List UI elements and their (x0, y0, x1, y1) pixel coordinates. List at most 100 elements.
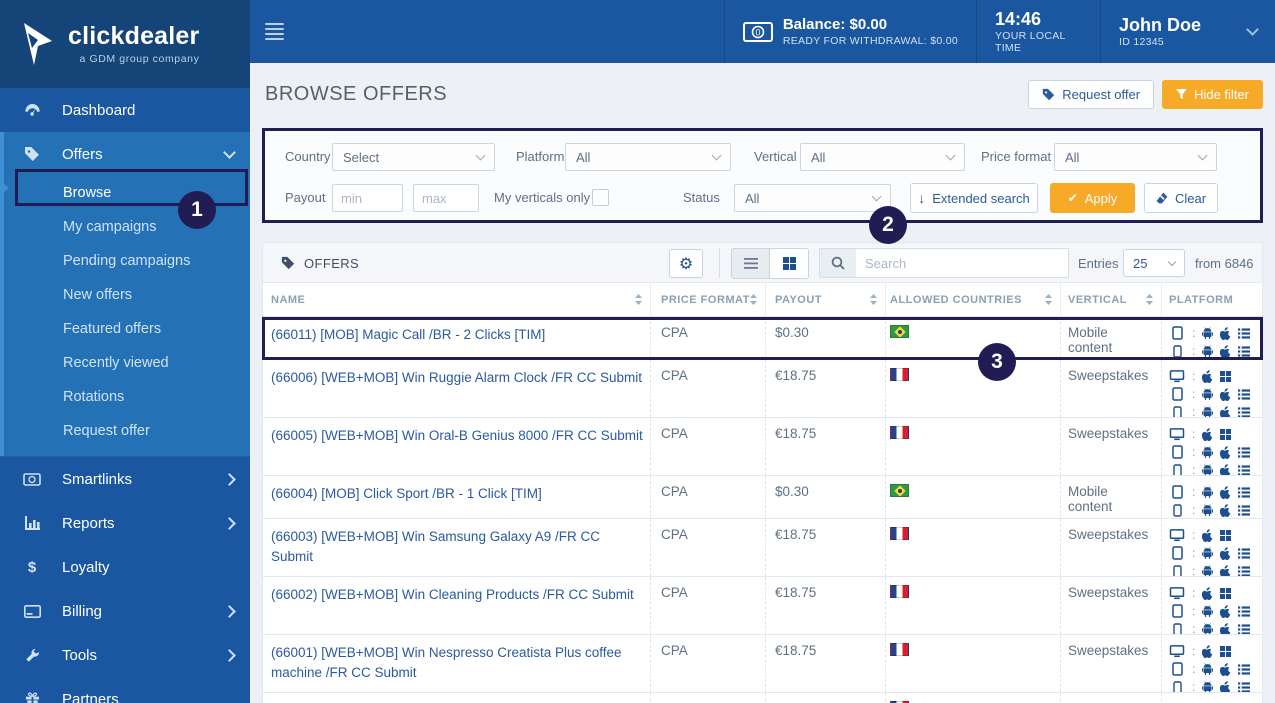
flag-fr-icon (890, 585, 909, 598)
payout-cell: $0.30 (766, 317, 886, 359)
check-icon: ✔ (1067, 191, 1078, 205)
vertical-cell: Sweepstakes (1061, 635, 1162, 692)
sidebar-subitem-my-campaigns[interactable]: My campaigns (0, 210, 250, 244)
windows-icon (1220, 587, 1232, 599)
sidebar-item-partners[interactable]: Partners (0, 677, 250, 703)
list-view-button[interactable] (732, 249, 770, 278)
tablet-icon (1169, 326, 1185, 340)
windows-icon (1220, 370, 1232, 382)
column-header-payout[interactable]: PAYOUT (766, 283, 886, 316)
clear-button[interactable]: Clear (1144, 183, 1218, 213)
vertical-value: Sweepstakes (1068, 643, 1149, 658)
hide-filter-button[interactable]: Hide filter (1162, 80, 1263, 109)
sidebar-item-tools[interactable]: Tools (0, 633, 250, 677)
extended-search-button[interactable]: ↓ Extended search (910, 183, 1038, 213)
sidebar-subitem-featured-offers[interactable]: Featured offers (0, 312, 250, 346)
my-verticals-checkbox[interactable] (592, 189, 609, 206)
offers-panel-title: OFFERS (281, 243, 359, 283)
vertical-select[interactable]: All (800, 143, 965, 171)
sidebar-item-label: Billing (62, 602, 103, 620)
offer-link[interactable]: (66006) [WEB+MOB] Win Ruggie Alarm Clock… (271, 368, 644, 388)
apple-icon (1220, 546, 1231, 560)
flag-fr-icon (890, 368, 909, 381)
offer-link[interactable]: (66005) [WEB+MOB] Win Oral-B Genius 8000… (271, 426, 644, 446)
windows-icon (1220, 529, 1232, 541)
topbar: 0 Balance: $0.00 READY FOR WITHDRAWAL: $… (250, 0, 1275, 63)
status-select[interactable]: All (734, 184, 891, 212)
offer-link[interactable]: (66003) [WEB+MOB] Win Samsung Galaxy A9 … (271, 527, 644, 566)
search-input[interactable] (856, 249, 1068, 277)
banknote-icon (22, 472, 42, 486)
vertical-cell: Mobile content (1061, 317, 1162, 359)
hamburger-menu-icon[interactable] (250, 0, 310, 63)
my-verticals-label: My verticals only (494, 190, 591, 205)
offer-link[interactable]: (66002) [WEB+MOB] Win Cleaning Products … (271, 585, 644, 605)
platform-line: : (1169, 343, 1256, 359)
payout-min-input[interactable] (332, 184, 403, 212)
payout-max-input[interactable] (413, 184, 479, 212)
offer-link[interactable]: (66011) [MOB] Magic Call /BR - 2 Clicks … (271, 325, 644, 345)
allowed-countries-cell (886, 577, 1061, 634)
sidebar-item-offers[interactable]: Offers (0, 132, 250, 176)
request-offer-button[interactable]: Request offer (1028, 80, 1155, 109)
phone-icon (1169, 503, 1185, 517)
sort-icon[interactable] (870, 294, 877, 305)
column-header-vertical[interactable]: VERTICAL (1061, 283, 1162, 316)
platform-line: : (1169, 585, 1256, 601)
column-header-name[interactable]: NAME (263, 283, 651, 316)
sidebar-item-dashboard[interactable]: Dashboard (0, 88, 250, 132)
grid-view-button[interactable] (770, 249, 808, 278)
sidebar-subitem-recently-viewed[interactable]: Recently viewed (0, 346, 250, 380)
price-format-value: CPA (661, 527, 688, 542)
price-format-select[interactable]: All (1054, 143, 1217, 171)
user-menu[interactable]: John Doe ID 12345 (1100, 0, 1275, 63)
sort-icon[interactable] (1146, 294, 1153, 305)
sort-icon[interactable] (750, 294, 757, 305)
offer-link[interactable]: (66004) [MOB] Click Sport /BR - 1 Click … (271, 484, 644, 504)
payout-value: $0.30 (775, 325, 809, 340)
platform-cell: ::: (1162, 519, 1262, 576)
price-format-value: CPA (661, 484, 688, 499)
phone-icon (1169, 463, 1185, 475)
brand-name: clickdealer (68, 21, 200, 50)
entries-label: Entries (1078, 255, 1119, 271)
platform-line: : (1169, 404, 1256, 417)
sidebar-item-reports[interactable]: Reports (0, 501, 250, 545)
apple-icon (1220, 564, 1231, 576)
vertical-value: Sweepstakes (1068, 368, 1149, 383)
sidebar-subitem-rotations[interactable]: Rotations (0, 380, 250, 414)
sidebar-subitem-browse[interactable]: Browse (0, 176, 250, 210)
brand-logo[interactable]: clickdealer a GDM group company (0, 0, 250, 88)
sort-icon[interactable] (1045, 294, 1052, 305)
gauge-icon (22, 103, 42, 117)
list-icon (1238, 406, 1251, 417)
sidebar-item-loyalty[interactable]: $ Loyalty (0, 545, 250, 589)
balance-block[interactable]: 0 Balance: $0.00 READY FOR WITHDRAWAL: $… (723, 0, 976, 63)
local-time-label: YOUR LOCAL TIME (995, 30, 1066, 55)
price-format-value: CPA (661, 325, 688, 340)
platform-select[interactable]: All (565, 143, 731, 171)
desktop-icon (1169, 644, 1185, 658)
sidebar-item-smartlinks[interactable]: Smartlinks (0, 457, 250, 501)
platform-cell: :: (1162, 476, 1262, 518)
payout-value: $0.30 (775, 484, 809, 499)
offer-link[interactable]: (66001) [WEB+MOB] Win Nespresso Creatist… (271, 643, 644, 682)
sidebar-item-billing[interactable]: Billing (0, 589, 250, 633)
platform-cell: ::: (1162, 418, 1262, 475)
apple-icon (1202, 369, 1213, 383)
sidebar-subitem-pending-campaigns[interactable]: Pending campaigns (0, 244, 250, 278)
sidebar-subitem-request-offer[interactable]: Request offer (0, 414, 250, 448)
gift-icon (22, 692, 42, 703)
column-header-allowed-countries[interactable]: ALLOWED COUNTRIES (886, 283, 1061, 316)
table-settings-button[interactable]: ⚙ (669, 249, 703, 278)
price-format-cell: CPA (651, 317, 766, 359)
apply-button[interactable]: ✔ Apply (1050, 183, 1135, 213)
flag-br-icon (890, 484, 909, 497)
country-select[interactable]: Select (332, 143, 495, 171)
sort-icon[interactable] (635, 294, 642, 305)
android-icon (1202, 663, 1214, 675)
column-header-price-format[interactable]: PRICE FORMAT (651, 283, 766, 316)
entries-select[interactable]: 25 (1123, 249, 1185, 277)
sidebar-subitem-new-offers[interactable]: New offers (0, 278, 250, 312)
apple-icon (1220, 662, 1231, 676)
